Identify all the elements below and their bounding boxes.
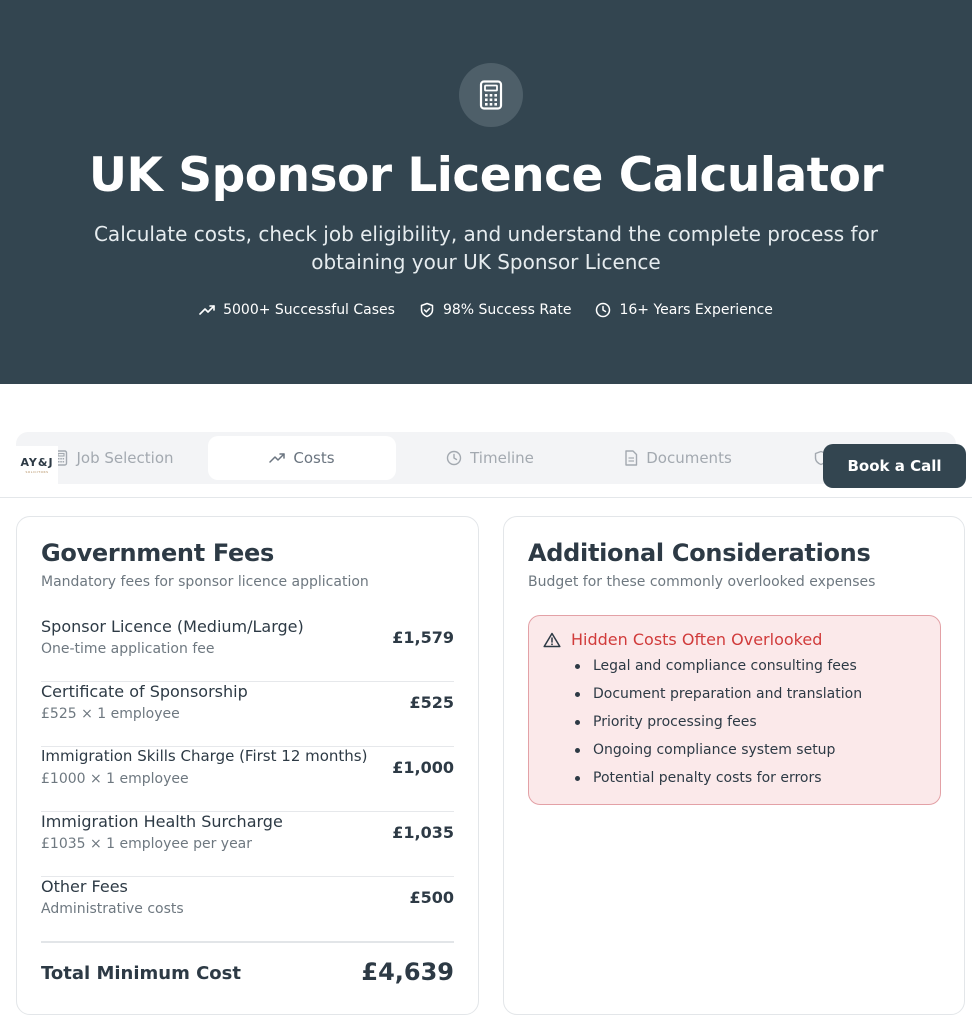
document-icon — [625, 450, 638, 466]
fee-name: Other Fees — [41, 877, 128, 896]
fee-detail: Administrative costs — [41, 901, 184, 917]
card-description: Mandatory fees for sponsor licence appli… — [41, 574, 369, 590]
tab-label: Timeline — [470, 449, 534, 467]
fee-amount: £1,000 — [392, 758, 454, 777]
calculator-icon — [479, 80, 503, 110]
trending-up-icon — [269, 453, 286, 463]
hero-stats: 5000+ Successful Cases 98% Success Rate … — [0, 300, 972, 320]
list-item: Document preparation and translation — [573, 684, 862, 712]
fee-name: Sponsor Licence (Medium/Large) — [41, 617, 304, 636]
fee-detail: £1035 × 1 employee per year — [41, 836, 253, 852]
tab-costs[interactable]: Costs — [208, 436, 396, 480]
fee-row: Immigration Skills Charge (First 12 mont… — [41, 747, 454, 812]
tabbar-divider — [0, 497, 972, 498]
total-amount: £4,639 — [361, 958, 454, 986]
hero-subtitle: Calculate costs, check job eligibility, … — [93, 222, 879, 274]
stat-experience: 16+ Years Experience — [595, 300, 773, 320]
fee-row: Other Fees Administrative costs £500 — [41, 877, 454, 942]
stat-label: 5000+ Successful Cases — [223, 302, 395, 318]
fee-amount: £500 — [409, 888, 454, 907]
fee-amount: £1,579 — [392, 628, 454, 647]
fee-row: Immigration Health Surcharge £1035 × 1 e… — [41, 812, 454, 877]
page-title: UK Sponsor Licence Calculator — [88, 148, 884, 203]
fee-detail: £1000 × 1 employee — [41, 771, 189, 787]
hero-section: UK Sponsor Licence Calculator Calculate … — [0, 0, 972, 384]
clock-icon — [446, 450, 462, 466]
fee-detail: One-time application fee — [41, 641, 215, 657]
fee-detail: £525 × 1 employee — [41, 706, 180, 722]
additional-considerations-card: Additional Considerations Budget for the… — [503, 516, 965, 1015]
tab-bar: Job Selection Costs Timeline Documents — [16, 432, 956, 484]
logo-subtext: SOLICITORS — [25, 470, 49, 474]
fee-amount: £525 — [409, 693, 454, 712]
hero-icon-badge — [459, 63, 523, 127]
clock-icon — [596, 302, 611, 318]
stat-successful-cases: 5000+ Successful Cases — [199, 300, 395, 320]
total-divider — [41, 941, 454, 943]
tab-label: Job Selection — [76, 449, 174, 467]
list-item: Legal and compliance consulting fees — [573, 656, 862, 684]
card-title: Additional Considerations — [528, 539, 871, 567]
tab-timeline[interactable]: Timeline — [396, 436, 584, 480]
fee-amount: £1,035 — [392, 823, 454, 842]
warning-triangle-icon — [543, 632, 561, 647]
stat-label: 16+ Years Experience — [619, 302, 773, 318]
fee-row: Certificate of Sponsorship £525 × 1 empl… — [41, 682, 454, 747]
stat-label: 98% Success Rate — [442, 302, 572, 318]
card-title: Government Fees — [41, 539, 274, 567]
alert-title: Hidden Costs Often Overlooked — [571, 630, 823, 649]
stat-success-rate: 98% Success Rate — [419, 300, 571, 320]
list-item: Priority processing fees — [573, 712, 862, 740]
trending-up-icon — [199, 305, 215, 315]
book-call-button[interactable]: Book a Call — [823, 444, 966, 488]
logo-text: AY&J — [20, 456, 54, 469]
government-fees-card: Government Fees Mandatory fees for spons… — [16, 516, 479, 1015]
shield-check-icon — [420, 302, 434, 318]
hidden-costs-alert: Hidden Costs Often Overlooked Legal and … — [528, 615, 941, 805]
tab-documents[interactable]: Documents — [584, 436, 772, 480]
list-item: Ongoing compliance system setup — [573, 740, 862, 768]
fee-name: Certificate of Sponsorship — [41, 682, 248, 701]
company-logo[interactable]: AY&J SOLICITORS — [16, 446, 58, 484]
alert-header: Hidden Costs Often Overlooked — [543, 630, 822, 649]
fee-name: Immigration Health Surcharge — [41, 812, 283, 831]
card-description: Budget for these commonly overlooked exp… — [528, 574, 876, 590]
tab-label: Documents — [646, 449, 732, 467]
total-label: Total Minimum Cost — [41, 963, 241, 984]
fee-row: Sponsor Licence (Medium/Large) One-time … — [41, 617, 454, 682]
fee-name: Immigration Skills Charge (First 12 mont… — [41, 747, 368, 765]
tab-label: Costs — [293, 449, 335, 467]
hidden-costs-list: Legal and compliance consulting fees Doc… — [573, 656, 862, 796]
list-item: Potential penalty costs for errors — [573, 768, 862, 796]
